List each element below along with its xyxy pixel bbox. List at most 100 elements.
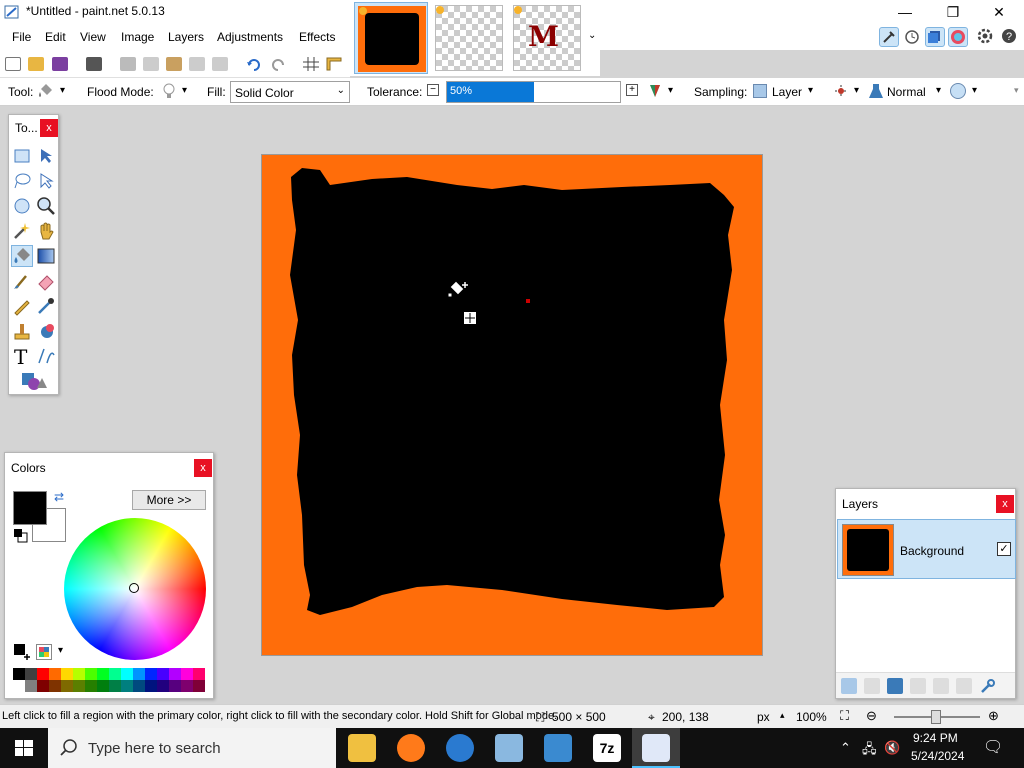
history-icon[interactable] <box>903 27 923 47</box>
colors-window-close-button[interactable]: x <box>194 459 212 477</box>
text-tool-icon[interactable]: T <box>11 345 33 369</box>
rectangle-select-icon[interactable] <box>11 145 33 167</box>
swap-colors-icon[interactable]: ⇄ <box>54 490 64 504</box>
palette-swatch[interactable] <box>157 668 169 680</box>
move-handle-icon[interactable] <box>463 311 477 325</box>
deselect-icon[interactable] <box>212 57 228 71</box>
paint-bucket-icon[interactable] <box>11 245 33 267</box>
volume-muted-icon[interactable]: 🔇 <box>884 740 900 756</box>
flood-mode-icon[interactable] <box>161 83 177 99</box>
tools-toggle-icon[interactable] <box>879 27 899 47</box>
zoom-in-icon[interactable]: ⊕ <box>988 708 999 724</box>
move-selected-icon[interactable] <box>35 170 57 192</box>
palette-swatch[interactable] <box>49 680 61 692</box>
sampling-dropdown-icon[interactable]: ▾ <box>808 85 813 96</box>
primary-color-swatch[interactable] <box>13 491 47 525</box>
sampling-layer-icon[interactable] <box>753 84 767 98</box>
antialias-icon[interactable] <box>648 83 662 99</box>
palette-swatch[interactable] <box>37 680 49 692</box>
tool-dropdown-icon[interactable]: ▾ <box>60 85 65 96</box>
tolerance-plus-icon[interactable]: + <box>626 84 638 96</box>
color-picker-icon[interactable] <box>35 295 57 317</box>
maximize-button[interactable]: ❐ <box>938 2 968 22</box>
alpha-blending-icon[interactable] <box>950 83 966 99</box>
selection-mode-icon[interactable] <box>833 83 849 99</box>
palette-swatch[interactable] <box>121 668 133 680</box>
layers-toggle-icon[interactable] <box>925 27 945 47</box>
zoom-out-icon[interactable]: ⊖ <box>866 708 877 724</box>
selection-mode-dropdown-icon[interactable]: ▾ <box>854 85 859 96</box>
palette-swatch[interactable] <box>13 680 25 692</box>
taskbar-clock-date[interactable]: 5/24/2024 <box>911 749 964 763</box>
start-button[interactable] <box>0 728 48 768</box>
palette-swatch[interactable] <box>97 668 109 680</box>
clone-stamp-icon[interactable] <box>11 320 33 342</box>
firefox-icon[interactable] <box>397 734 425 762</box>
units-value[interactable]: px <box>757 710 770 724</box>
close-button[interactable]: ✕ <box>984 2 1014 22</box>
cut-icon[interactable] <box>120 57 136 71</box>
palette-swatch[interactable] <box>109 668 121 680</box>
show-hidden-icons-icon[interactable]: ⌃ <box>840 740 851 756</box>
palette-swatch[interactable] <box>121 680 133 692</box>
palette-menu-icon[interactable] <box>36 644 52 660</box>
palette-swatch[interactable] <box>73 680 85 692</box>
alpha-blending-dropdown-icon[interactable]: ▾ <box>972 85 977 96</box>
toolbar-overflow-icon[interactable]: ▾ <box>1014 85 1019 96</box>
7zip-icon[interactable]: 7z <box>593 734 621 762</box>
palette-swatch[interactable] <box>25 668 37 680</box>
layer-row-background[interactable]: Background ✓ <box>837 519 1016 579</box>
palette-swatch[interactable] <box>193 668 205 680</box>
zoom-value[interactable]: 100% <box>796 710 827 724</box>
print-icon[interactable] <box>86 57 102 71</box>
layer-visibility-checkbox[interactable]: ✓ <box>997 542 1011 556</box>
palette-swatch[interactable] <box>85 668 97 680</box>
settings-gear-icon[interactable] <box>976 27 996 47</box>
save-icon[interactable] <box>52 57 68 71</box>
palette-swatch[interactable] <box>49 668 61 680</box>
new-file-icon[interactable] <box>5 57 21 71</box>
undo-icon[interactable] <box>246 57 262 71</box>
blend-mode-value[interactable]: Normal <box>887 85 926 99</box>
taskbar-search-box[interactable]: Type here to search <box>48 728 336 768</box>
paintbrush-icon[interactable] <box>11 270 33 292</box>
palette-swatch[interactable] <box>109 680 121 692</box>
palette-swatch[interactable] <box>133 668 145 680</box>
tolerance-minus-icon[interactable]: − <box>427 84 439 96</box>
office-app-icon[interactable] <box>544 734 572 762</box>
line-curve-icon[interactable] <box>35 345 57 367</box>
menu-adjustments[interactable]: Adjustments <box>217 30 283 44</box>
grid-icon[interactable] <box>303 57 319 71</box>
move-layer-up-icon[interactable] <box>933 678 949 694</box>
duplicate-layer-icon[interactable] <box>887 678 903 694</box>
color-wheel[interactable] <box>64 518 206 660</box>
image-tab-m[interactable]: M <box>510 2 584 74</box>
move-layer-down-icon[interactable] <box>956 678 972 694</box>
palette-swatch[interactable] <box>181 680 193 692</box>
taskbar-clock-time[interactable]: 9:24 PM <box>913 731 958 745</box>
sampling-value[interactable]: Layer <box>772 85 802 99</box>
antialias-dropdown-icon[interactable]: ▾ <box>668 85 673 96</box>
palette-swatch[interactable] <box>13 668 25 680</box>
copy-icon[interactable] <box>143 57 159 71</box>
menu-effects[interactable]: Effects <box>299 30 335 44</box>
paint-net-taskbar-button[interactable] <box>632 728 680 768</box>
menu-view[interactable]: View <box>80 30 106 44</box>
palette-swatch[interactable] <box>169 668 181 680</box>
palette-swatch[interactable] <box>193 680 205 692</box>
recolor-icon[interactable] <box>35 320 57 342</box>
network-icon[interactable]: 🖧 <box>862 740 877 762</box>
gradient-icon[interactable] <box>35 245 57 267</box>
pencil-icon[interactable] <box>11 295 33 317</box>
delete-layer-icon[interactable] <box>864 678 880 694</box>
palette-swatch[interactable] <box>97 680 109 692</box>
reset-colors-icon[interactable] <box>14 529 28 543</box>
flood-mode-dropdown-icon[interactable]: ▾ <box>182 85 187 96</box>
add-color-icon[interactable] <box>14 644 30 660</box>
more-colors-button[interactable]: More >> <box>132 490 206 510</box>
notifications-icon[interactable]: 🗨 <box>983 737 1003 757</box>
color-wheel-marker[interactable] <box>129 583 139 593</box>
palette-swatch[interactable] <box>61 668 73 680</box>
tabs-overflow-chevron-icon[interactable]: ⌄ <box>588 30 596 41</box>
paste-icon[interactable] <box>166 57 182 71</box>
